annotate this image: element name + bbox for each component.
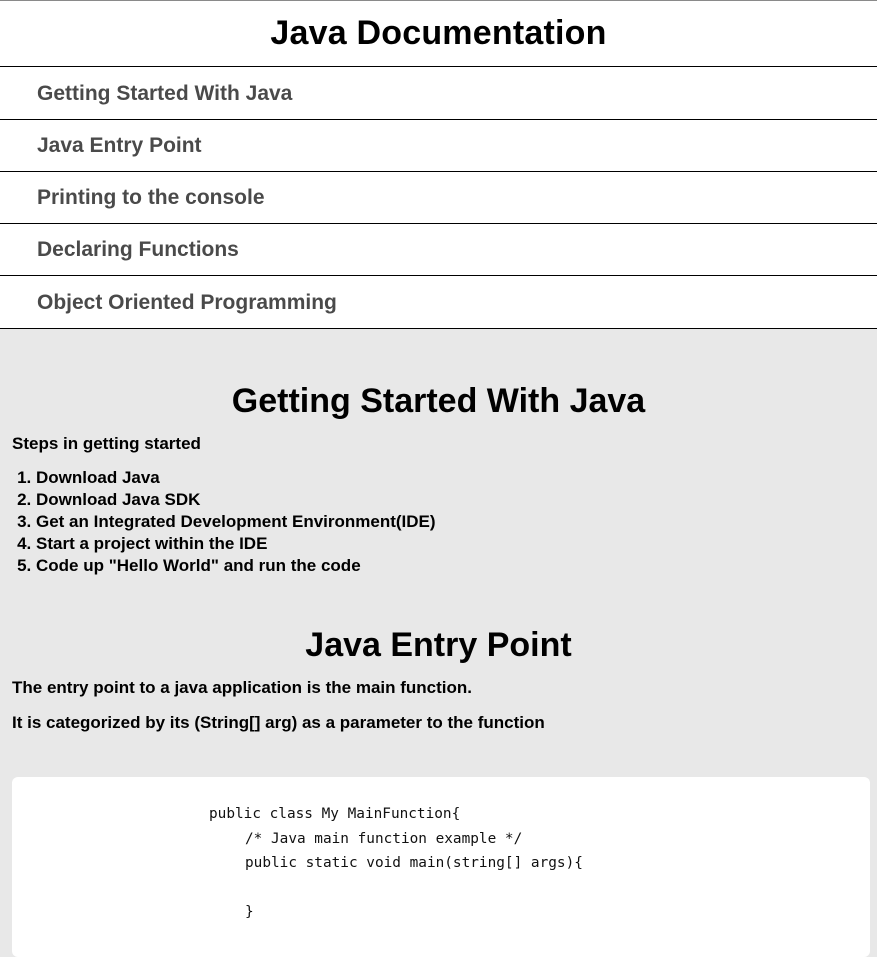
list-item: Start a project within the IDE: [36, 533, 865, 555]
section-paragraph: The entry point to a java application is…: [12, 678, 472, 697]
list-item: Download Java SDK: [36, 489, 865, 511]
nav-item: Java Entry Point: [0, 120, 877, 172]
navbar-header: Java Documentation: [0, 1, 877, 67]
nav-link-list: Getting Started With Java Java Entry Poi…: [0, 67, 877, 329]
section-intro-text: Steps in getting started: [12, 434, 201, 453]
nav-link-declaring-functions[interactable]: Declaring Functions: [0, 224, 877, 276]
nav-item: Declaring Functions: [0, 224, 877, 276]
steps-list: Download Java Download Java SDK Get an I…: [12, 467, 865, 577]
section-paragraph: It is categorized by its (String[] arg) …: [12, 713, 545, 732]
nav-link-printing[interactable]: Printing to the console: [0, 172, 877, 224]
code-line: public class My MainFunction{: [209, 806, 461, 822]
section-title-getting-started: Getting Started With Java: [231, 382, 646, 420]
nav-item: Object Oriented Programming: [0, 276, 877, 329]
navbar: Java Documentation Getting Started With …: [0, 0, 877, 329]
nav-link-oop[interactable]: Object Oriented Programming: [0, 276, 877, 329]
code-line: /* Java main function example */: [245, 830, 523, 847]
list-item: Code up "Hello World" and run the code: [36, 555, 865, 577]
nav-item: Getting Started With Java: [0, 67, 877, 120]
main-doc: Getting Started With Java Steps in getti…: [0, 329, 877, 957]
section-entry-point: Java Entry Point The entry point to a ja…: [12, 577, 870, 957]
navbar-title: Java Documentation: [270, 14, 607, 52]
code-block: public class My MainFunction{ /* Java ma…: [12, 777, 870, 957]
nav-item: Printing to the console: [0, 172, 877, 224]
section-getting-started: Getting Started With Java Steps in getti…: [12, 329, 865, 577]
code-line: public static void main(string[] args){: [245, 855, 583, 871]
list-item: Download Java: [36, 467, 865, 489]
nav-link-getting-started[interactable]: Getting Started With Java: [0, 67, 877, 120]
nav-link-entry-point[interactable]: Java Entry Point: [0, 120, 877, 172]
list-item: Get an Integrated Development Environmen…: [36, 511, 865, 533]
section-title-entry-point: Java Entry Point: [305, 626, 572, 664]
